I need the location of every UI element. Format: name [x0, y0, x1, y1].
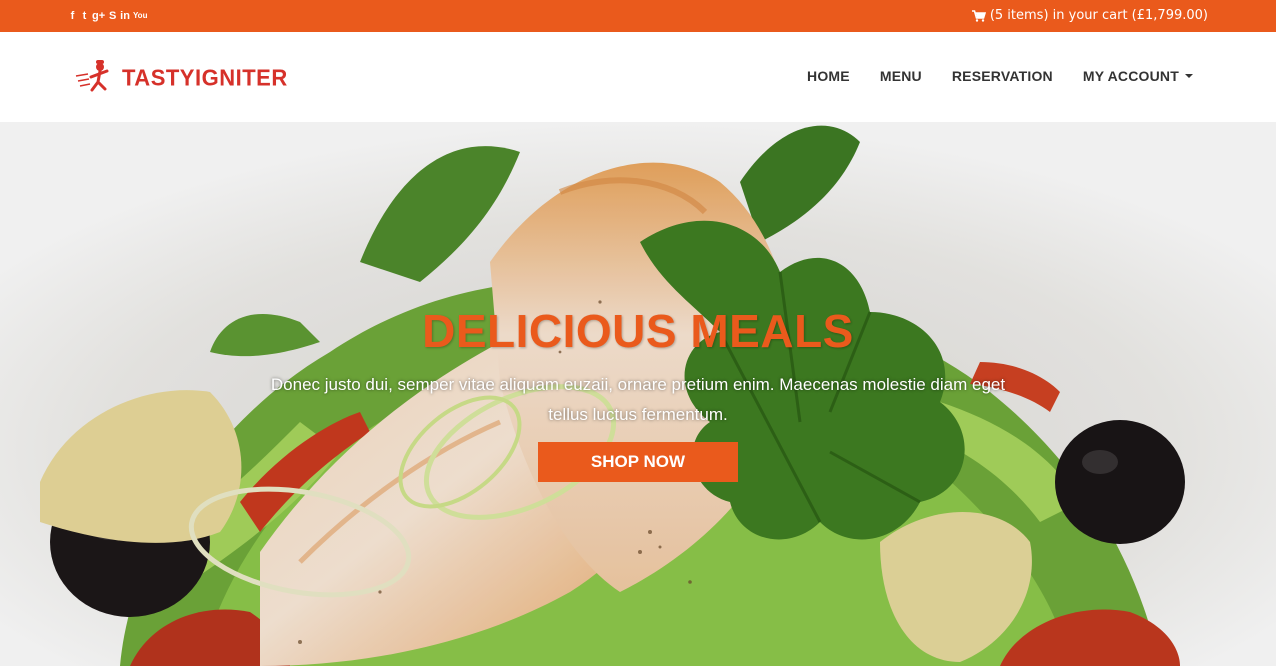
facebook-icon[interactable]: f — [68, 9, 77, 23]
linkedin-icon[interactable]: in — [120, 9, 130, 23]
cart-text: (5 items) in your cart (£1,799.00) — [989, 8, 1208, 23]
shopping-cart-icon — [971, 9, 986, 22]
main-nav: HOME MENU RESERVATION MY ACCOUNT — [807, 68, 1193, 84]
site-logo[interactable]: TASTYIGNITER — [74, 56, 288, 100]
youtube-icon[interactable]: You — [133, 9, 148, 23]
cart-summary[interactable]: (5 items) in your cart (£1,799.00) — [971, 8, 1208, 23]
site-header: TASTYIGNITER HOME MENU RESERVATION MY AC… — [0, 32, 1276, 122]
skype-icon[interactable]: S — [108, 9, 117, 23]
google-plus-icon[interactable]: g+ — [92, 9, 105, 23]
twitter-icon[interactable]: t — [80, 9, 89, 23]
nav-home[interactable]: HOME — [807, 68, 850, 84]
nav-my-account-label: MY ACCOUNT — [1082, 68, 1179, 84]
social-links: f t g+ S in You — [68, 9, 148, 25]
nav-reservation[interactable]: RESERVATION — [952, 68, 1053, 84]
caret-down-icon — [1185, 74, 1193, 78]
hero-content: DELICIOUS MEALS Donec justo dui, semper … — [0, 304, 1276, 482]
hero-text: Donec justo dui, semper vitae aliquam eu… — [270, 375, 1006, 424]
nav-my-account[interactable]: MY ACCOUNT — [1083, 68, 1193, 84]
shop-now-button[interactable]: SHOP NOW — [538, 442, 738, 482]
chef-runner-icon — [75, 60, 109, 92]
hero-banner: DELICIOUS MEALS Donec justo dui, semper … — [0, 122, 1276, 666]
logo-text: TASTYIGNITER — [122, 64, 288, 91]
top-bar: f t g+ S in You (5 items) in your cart (… — [0, 0, 1276, 32]
nav-menu[interactable]: MENU — [880, 68, 922, 84]
hero-title: DELICIOUS MEALS — [422, 305, 854, 357]
